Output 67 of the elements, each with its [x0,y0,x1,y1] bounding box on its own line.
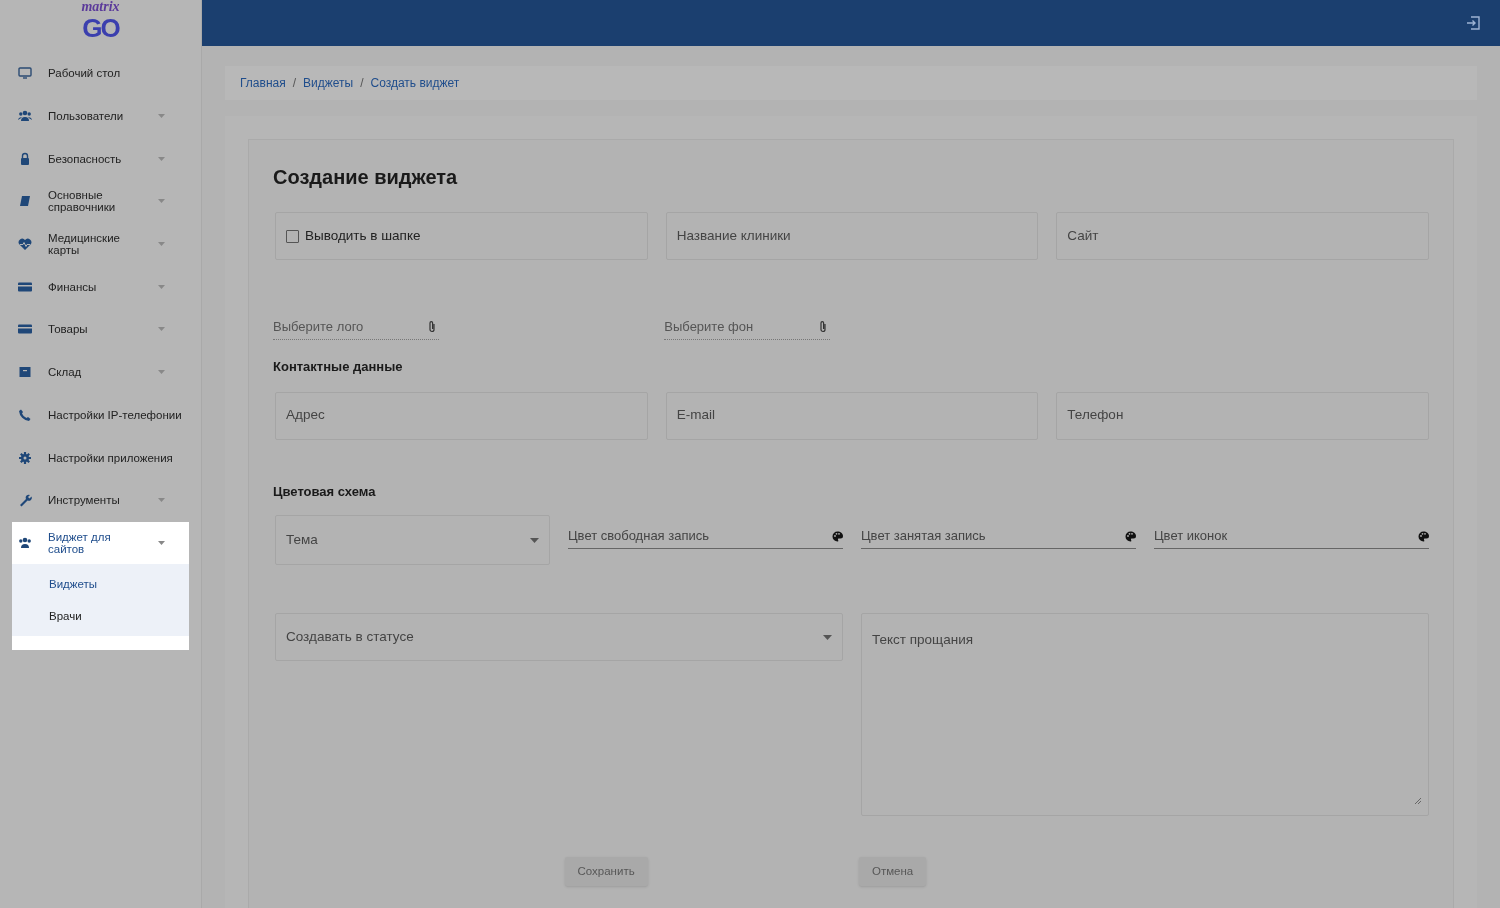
sidebar-item[interactable]: Склад [12,350,189,394]
palette-icon [1418,530,1429,542]
submenu-item[interactable]: Виджеты [12,568,189,601]
section-heading: Контактные данные [273,358,404,376]
file-field[interactable]: Выберите лого [273,314,439,340]
section-heading: Цветовая схема [273,482,377,501]
paperclip-icon [428,320,436,333]
sidebar-item[interactable]: Настройки IP-телефонии [12,393,189,437]
caret-icon [158,242,165,247]
sidebar-item[interactable]: Настройки приложения [12,436,189,479]
breadcrumb-link[interactable]: Виджеты [303,74,354,92]
card-icon [18,322,32,337]
submenu-item[interactable]: Врачи [12,600,189,633]
users-icon [18,535,32,550]
input-field[interactable]: Название клиники [665,212,1039,260]
breadcrumb-separator: / [360,75,364,92]
sidebar-item[interactable]: Основные справочники [12,180,189,223]
sidebar-item[interactable]: Безопасность [12,137,189,181]
input-field[interactable]: E-mail [665,391,1039,440]
logo-script: matrix [81,0,120,14]
textarea-field[interactable]: Текст прощания [861,613,1429,816]
select-field[interactable]: Создавать в статусе [275,613,843,661]
checkbox[interactable] [286,229,299,243]
caret-icon [158,114,165,119]
input-field[interactable]: Телефон [1056,391,1429,440]
users-icon [18,109,32,124]
palette-icon [1125,530,1136,542]
sidebar-item[interactable]: Пользователи [12,94,189,138]
file-field[interactable]: Выберите фон [664,314,831,340]
sidebar-item[interactable]: Рабочий стол [12,52,189,95]
breadcrumb-link[interactable]: Главная [240,74,286,92]
phone-icon [18,407,32,422]
archive-icon [18,365,32,380]
input-field[interactable]: Адрес [275,391,648,440]
form-title: Создание виджета [273,165,459,190]
monitor-icon [18,66,32,81]
resize-handle-icon[interactable] [1415,798,1421,804]
paperclip-icon [819,320,828,333]
caret-icon [158,370,165,375]
caret-icon [158,327,165,332]
palette-icon [832,530,843,542]
caret-icon [530,537,539,543]
checkbox-field[interactable]: Выводить в шапке [275,212,648,260]
sidebar-item[interactable]: Виджет для сайтов [12,521,189,565]
select-field[interactable]: Тема [275,515,550,565]
sidebar-item[interactable]: Финансы [12,265,189,309]
caret-icon [158,540,165,545]
sidebar-item[interactable]: Инструменты [12,478,189,522]
logout-icon[interactable] [1466,16,1480,30]
breadcrumb-link[interactable]: Создать виджет [370,74,460,92]
color-field[interactable]: Цвет занятая запись [861,524,1136,549]
gear-icon [18,450,32,465]
color-field[interactable]: Цвет свободная запись [568,524,843,549]
breadcrumb-separator: / [292,75,297,92]
caret-icon [158,284,165,289]
sidebar-item[interactable]: Медицинские карты [12,222,189,266]
heart-icon [18,237,32,252]
caret-icon [823,634,832,640]
color-field[interactable]: Цвет иконок [1154,524,1429,549]
logo-mark: GO [82,15,119,41]
sidebar-item[interactable]: Товары [12,308,189,351]
wrench-icon [18,493,32,508]
lock-icon [18,151,32,166]
caret-icon [158,498,165,503]
caret-icon [158,199,165,204]
input-field[interactable]: Сайт [1056,212,1429,260]
caret-icon [158,156,165,161]
